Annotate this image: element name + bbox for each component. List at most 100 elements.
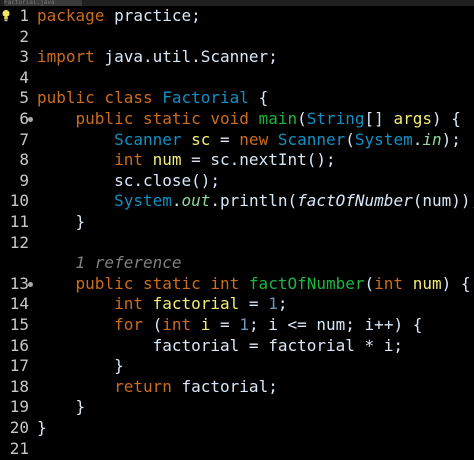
code-token: java.util.Scanner; [94,47,278,67]
code-token: factOfNumber [248,273,365,293]
code-token: Scanner [37,129,192,149]
gutter-line: 18 [0,377,34,398]
code-token: sc [191,129,211,149]
code-token: { [248,88,269,108]
line-number: 17 [9,356,29,376]
code-token: ); [441,129,461,149]
gutter-line: 21 [0,439,34,460]
line-number: 3 [19,47,29,67]
code-token: = [239,294,269,314]
gutter-line: 5 [0,88,34,109]
gutter-line: 4 [0,68,34,89]
code-line: return factorial; [37,377,278,398]
code-line: } [37,418,47,439]
code-token: int [37,150,153,170]
line-number: 11 [9,212,29,231]
line-number: 15 [9,315,29,334]
code-token: int [162,315,201,334]
gutter-line: 7 [0,130,34,151]
gutter-line: 9 [0,171,34,192]
code-token: ( [364,273,375,293]
code-token: 1 reference [37,253,182,273]
code-line: } [37,212,86,233]
code-line: public static void main(String[] args) { [37,109,461,130]
code-line: import java.util.Scanner; [37,47,278,68]
line-number: 9 [19,170,29,190]
code-line: Scanner sc = new Scanner(System.in); [37,130,461,151]
code-token: } [37,212,86,231]
code-token: ; [277,294,288,314]
line-number-gutter: 1 2 3 4 5 6 7 8 9 10 11 12 13 14 15 16 17 18 19 20 21 [0,6,34,460]
lightbulb-icon[interactable] [2,9,10,23]
gutter-line: 15 [0,315,34,336]
gutter-line: 14 [0,294,34,315]
line-number: 2 [19,26,29,46]
line-number: 12 [9,232,29,252]
code-line: } [37,397,86,418]
code-editor[interactable]: Factorial.java 1 2 3 4 5 6 7 8 9 10 11 12 13 14 15 16 17… [0,0,474,460]
fold-marker-icon[interactable] [28,117,33,122]
code-token: for [37,315,153,334]
gutter-line: 17 [0,356,34,377]
code-token: return [37,376,182,396]
code-token: ) { [431,109,461,128]
line-number: 21 [9,438,29,458]
code-area[interactable]: package practice; import java.util.Scanne… [37,6,474,460]
code-token: ( [152,315,163,334]
line-number: 1 [19,6,29,25]
code-line: 1 reference [37,253,182,274]
line-number: 10 [9,191,29,211]
code-token: .println( [210,191,298,211]
code-token: ) { [441,273,471,293]
line-number: 4 [19,67,29,87]
code-token: } [37,418,47,437]
line-number: 20 [9,418,29,437]
code-line: public class Factorial { [37,88,268,109]
code-line: factorial = factorial * i; [37,336,403,357]
code-token: args [393,109,432,128]
line-number: 8 [19,150,29,170]
code-token: practice; [104,6,201,25]
gutter-line: 6 [0,109,34,130]
code-token: = [210,315,240,334]
code-line: System.out.println(factOfNumber(num)); [37,191,474,212]
code-line: int factorial = 1; [37,294,287,315]
line-number: 18 [9,376,29,396]
code-token: = [210,129,240,149]
code-token: } [37,397,86,417]
line-number: 7 [19,129,29,149]
code-token: factOfNumber [297,191,413,211]
code-token: in [422,129,442,149]
gutter-line: 1 [0,6,34,27]
code-token: } [37,356,124,376]
code-token: new [239,129,278,149]
code-token: System [354,129,413,149]
gutter-line [0,253,34,274]
code-token: Scanner [277,129,346,149]
gutter-line: 2 [0,27,34,48]
code-token: . [412,129,423,149]
code-token: package [37,6,105,25]
code-token: sc.close(); [37,170,221,190]
code-token: factorial [152,294,240,314]
code-line: public static int factOfNumber(int num) … [37,274,471,295]
code-line: sc.close(); [37,171,220,192]
code-token: out [181,191,211,211]
code-token: int [37,294,153,314]
code-token: public static void [37,109,259,128]
gutter-line: 12 [0,233,34,254]
gutter-line: 13 [0,274,34,295]
gutter-line: 16 [0,336,34,357]
code-token: public static int [37,273,249,293]
code-token: ; i <= num; i++) { [248,315,423,334]
code-token: (num)); [412,191,474,211]
code-token: 1 [268,294,278,314]
code-token: System [37,191,172,211]
code-token: num [152,150,182,170]
line-number: 13 [9,273,29,293]
code-token: = sc.nextInt(); [181,150,336,170]
code-token: factorial; [181,376,278,396]
gutter-line: 11 [0,212,34,233]
fold-marker-icon[interactable] [28,281,33,287]
code-token: ( [345,129,355,149]
